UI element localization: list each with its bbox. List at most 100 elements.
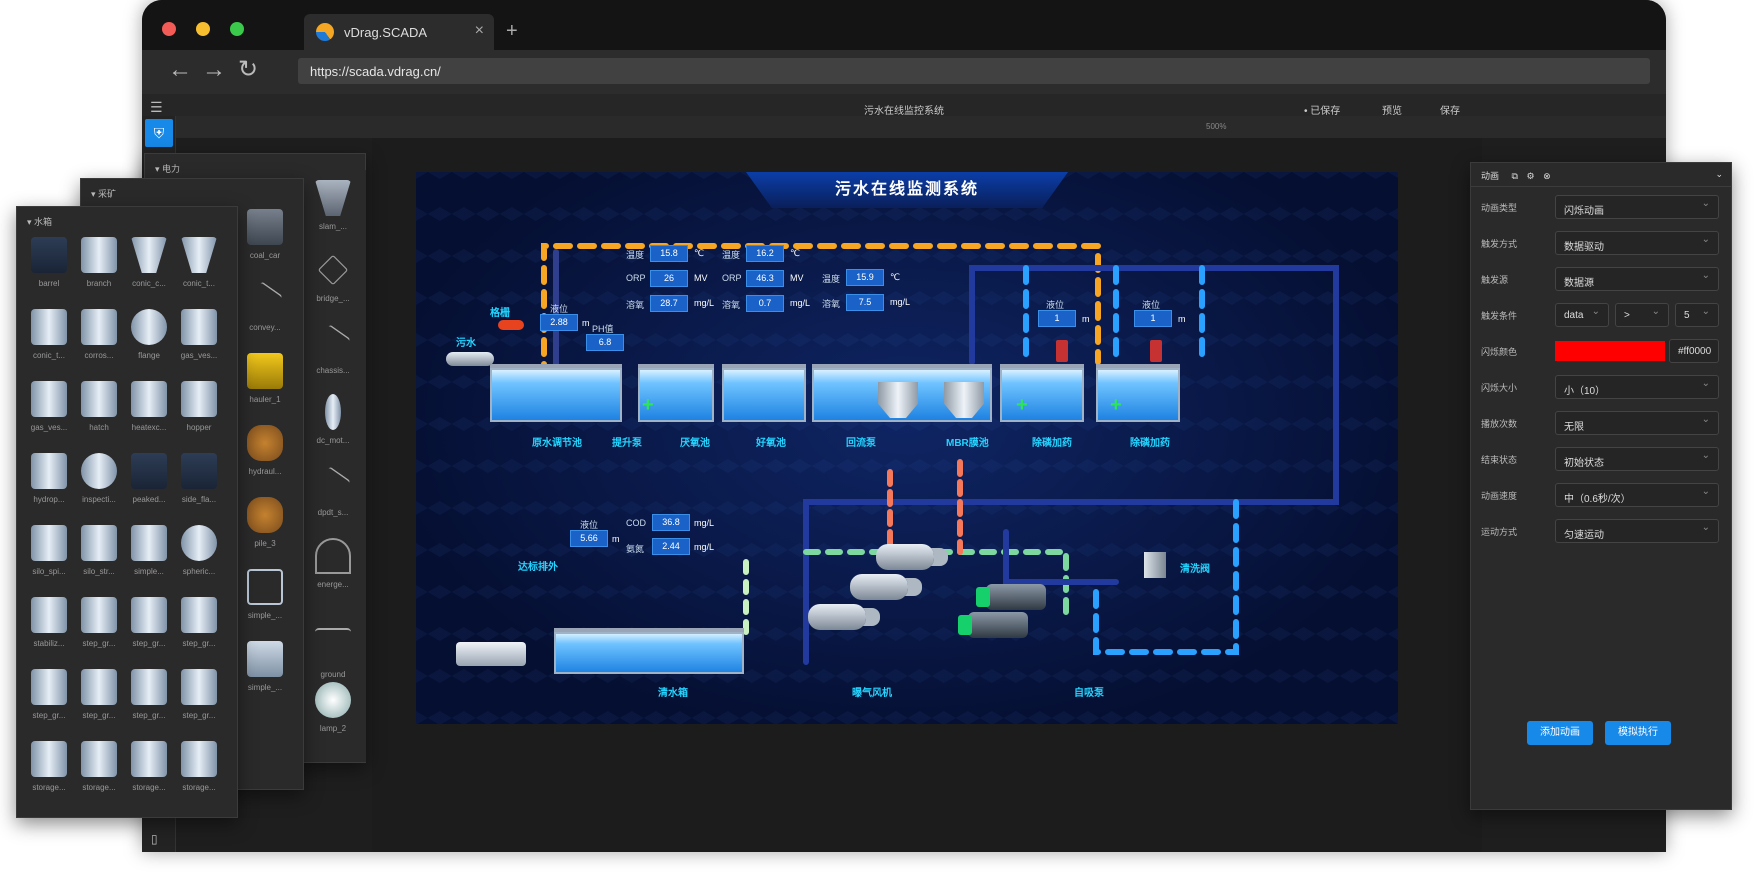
component-item[interactable]: hopper: [173, 381, 225, 432]
property-select[interactable]: 中（0.6秒/次）: [1555, 483, 1719, 507]
sensor-value: 28.7: [650, 295, 688, 312]
property-select[interactable]: 匀速运动: [1555, 519, 1719, 543]
level-value: 1: [1134, 310, 1172, 327]
component-item[interactable]: conic_t...: [23, 309, 75, 360]
close-tab-icon[interactable]: ×: [475, 22, 484, 40]
component-item[interactable]: storage...: [23, 741, 75, 792]
component-item[interactable]: step_gr...: [73, 669, 125, 720]
component-item[interactable]: heatexc...: [123, 381, 175, 432]
component-item[interactable]: gas_ves...: [23, 381, 75, 432]
component-item[interactable]: step_gr...: [173, 669, 225, 720]
component-item[interactable]: storage...: [173, 741, 225, 792]
component-item[interactable]: step_gr...: [173, 597, 225, 648]
property-label: 动画类型: [1481, 203, 1518, 213]
simulate-button[interactable]: 模拟执行: [1605, 721, 1671, 745]
close-window-button[interactable]: [162, 22, 176, 36]
sensor-unit: mg/L: [890, 297, 911, 307]
tank-label: 清水箱: [658, 688, 688, 699]
ammonia-unit: mg/L: [694, 542, 715, 552]
component-item[interactable]: simple_...: [239, 641, 291, 692]
property-select[interactable]: 小（10）: [1555, 375, 1719, 399]
component-thumbnail: [81, 525, 117, 561]
component-item[interactable]: flange: [123, 309, 175, 360]
component-name: conic_t...: [182, 279, 215, 288]
component-item[interactable]: step_gr...: [23, 669, 75, 720]
flash-color-swatch[interactable]: [1555, 341, 1665, 361]
property-label: 运动方式: [1481, 527, 1518, 537]
mining-panel-title: ▾ 采矿: [91, 189, 117, 199]
component-item[interactable]: simple_...: [239, 569, 291, 620]
sensor-value: 16.2: [746, 245, 784, 262]
settings-icon[interactable]: ⚙: [1526, 171, 1534, 181]
component-item[interactable]: spheric...: [173, 525, 225, 576]
component-item[interactable]: corros...: [73, 309, 125, 360]
component-item[interactable]: storage...: [73, 741, 125, 792]
self-priming-pump: [976, 584, 1046, 610]
component-item[interactable]: storage...: [123, 741, 175, 792]
book-icon[interactable]: ▯: [151, 832, 158, 846]
forward-icon[interactable]: →: [202, 58, 226, 82]
component-item[interactable]: dc_mot...: [307, 394, 359, 445]
component-item[interactable]: hatch: [73, 381, 125, 432]
component-item[interactable]: step_gr...: [123, 597, 175, 648]
back-icon[interactable]: ←: [168, 58, 192, 82]
property-select[interactable]: 数据驱动: [1555, 231, 1719, 255]
component-item[interactable]: slam_...: [307, 180, 359, 231]
property-row: 结束状态 初始状态: [1481, 447, 1721, 471]
ammonia-value: 2.44: [652, 538, 690, 555]
save-button[interactable]: 保存: [1440, 102, 1460, 117]
browser-tab[interactable]: vDrag.SCADA ×: [304, 14, 494, 50]
component-item[interactable]: gas_ves...: [173, 309, 225, 360]
component-item[interactable]: silo_str...: [73, 525, 125, 576]
property-select[interactable]: 无限: [1555, 411, 1719, 435]
component-item[interactable]: stabiliz...: [23, 597, 75, 648]
component-item[interactable]: conic_c...: [123, 237, 175, 288]
condition-field[interactable]: data: [1555, 303, 1609, 327]
component-item[interactable]: hydrop...: [23, 453, 75, 504]
property-label: 触发方式: [1481, 239, 1518, 249]
component-item[interactable]: simple...: [123, 525, 175, 576]
address-bar[interactable]: https://scada.vdrag.cn/: [298, 58, 1650, 84]
property-select[interactable]: 闪烁动画: [1555, 195, 1719, 219]
component-item[interactable]: branch: [73, 237, 125, 288]
property-select[interactable]: 初始状态: [1555, 447, 1719, 471]
component-item[interactable]: lamp_2: [307, 682, 359, 733]
component-item[interactable]: bridge_...: [307, 252, 359, 303]
new-tab-button[interactable]: +: [506, 20, 518, 43]
maximize-window-button[interactable]: [230, 22, 244, 36]
component-item[interactable]: barrel: [23, 237, 75, 288]
component-item[interactable]: ground: [307, 610, 359, 679]
condition-operator[interactable]: >: [1615, 303, 1669, 327]
component-item[interactable]: convey...: [239, 281, 291, 332]
component-item[interactable]: energe...: [307, 538, 359, 589]
component-item[interactable]: hauler_1: [239, 353, 291, 404]
component-item[interactable]: inspecti...: [73, 453, 125, 504]
component-name: stabiliz...: [33, 639, 65, 648]
component-item[interactable]: side_fla...: [173, 453, 225, 504]
remove-icon[interactable]: ⊗: [1543, 171, 1551, 181]
component-item[interactable]: chassis...: [307, 324, 359, 375]
minimize-window-button[interactable]: [196, 22, 210, 36]
component-item[interactable]: step_gr...: [123, 669, 175, 720]
copy-icon[interactable]: ⧉: [1512, 171, 1518, 181]
preview-button[interactable]: 预览: [1382, 102, 1402, 117]
component-item[interactable]: pile_3: [239, 497, 291, 548]
component-item[interactable]: coal_car: [239, 209, 291, 260]
level-value: 2.88: [540, 314, 578, 331]
tank-label: 原水调节池: [532, 438, 582, 449]
add-animation-button[interactable]: 添加动画: [1527, 721, 1593, 745]
flash-color-input[interactable]: #ff0000: [1669, 339, 1719, 363]
component-item[interactable]: step_gr...: [73, 597, 125, 648]
component-item[interactable]: peaked...: [123, 453, 175, 504]
reload-icon[interactable]: ↻: [238, 58, 258, 82]
zoom-select[interactable]: 500%: [1206, 122, 1226, 131]
property-label: 触发条件: [1481, 311, 1518, 321]
collapse-icon[interactable]: ⌄: [1715, 169, 1723, 180]
component-item[interactable]: hydraul...: [239, 425, 291, 476]
component-item[interactable]: dpdt_s...: [307, 466, 359, 517]
condition-value[interactable]: 5: [1675, 303, 1719, 327]
property-select[interactable]: 数据源: [1555, 267, 1719, 291]
component-item[interactable]: conic_t...: [173, 237, 225, 288]
component-library-icon[interactable]: ⛨: [145, 119, 173, 147]
component-item[interactable]: silo_spi...: [23, 525, 75, 576]
